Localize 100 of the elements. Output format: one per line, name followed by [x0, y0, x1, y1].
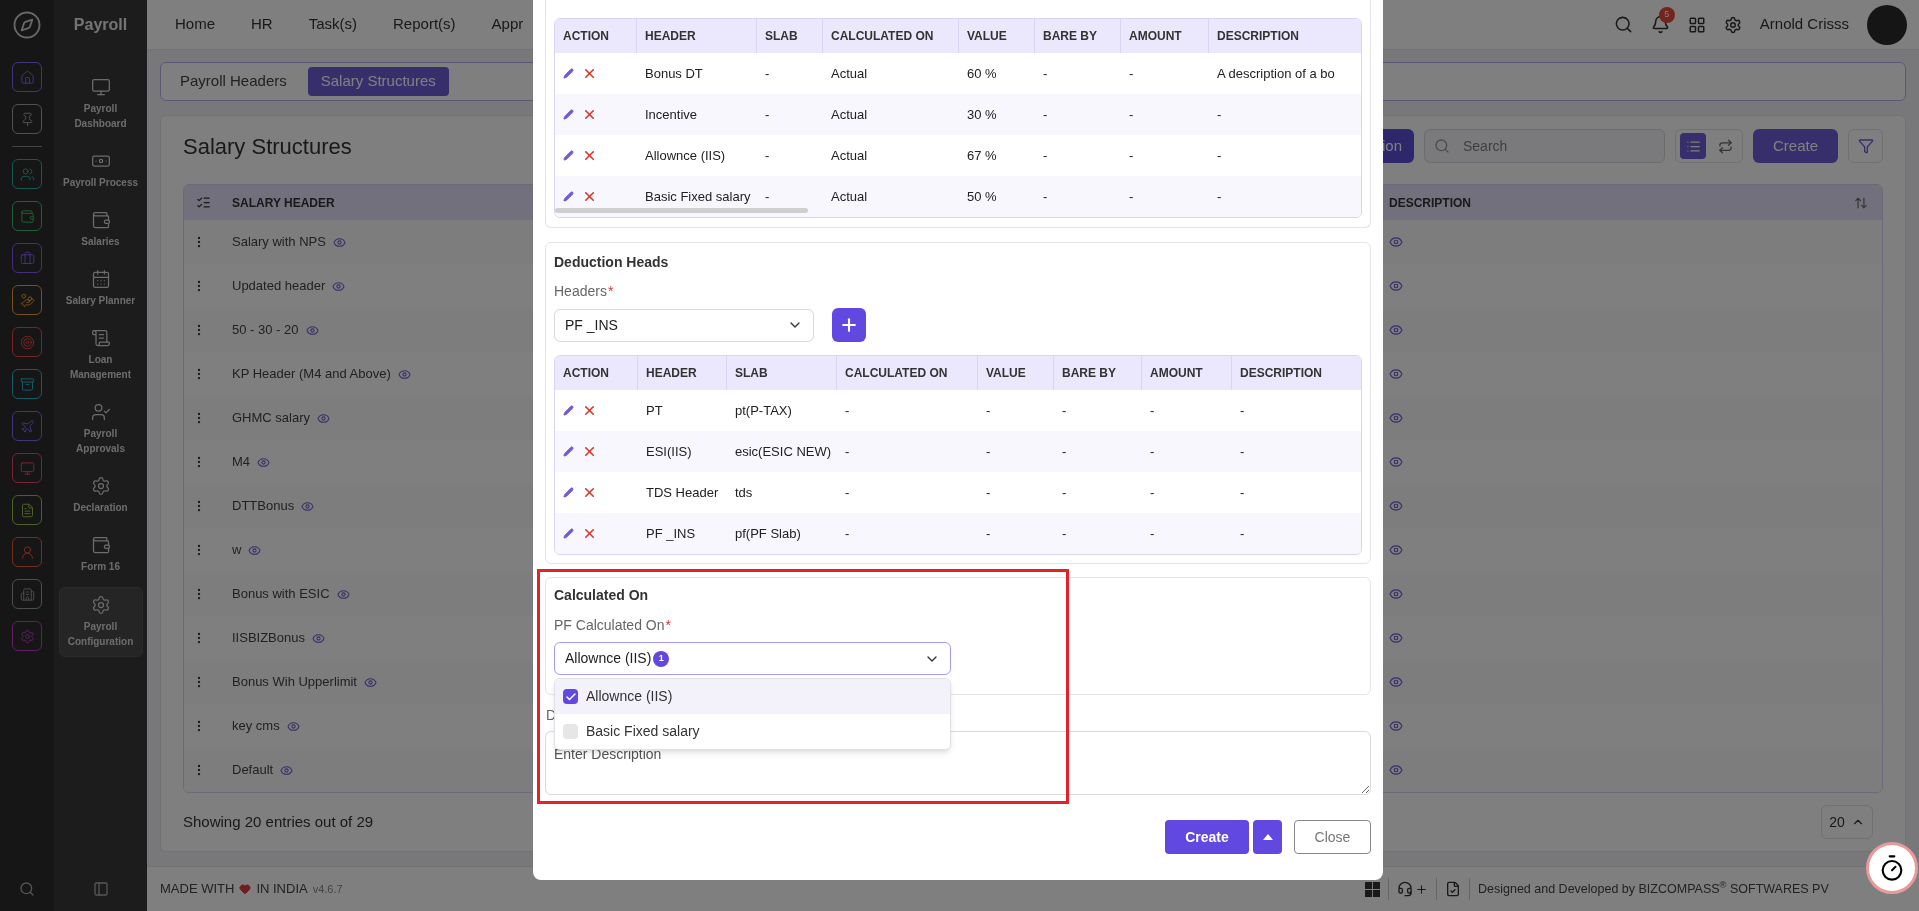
table-cell-text: PT	[646, 401, 663, 420]
column-header: VALUE	[967, 28, 1007, 45]
table-cell-text: -	[986, 442, 991, 461]
table-cell-text: -	[765, 105, 770, 124]
table-cell-text: DTTBonus	[232, 497, 295, 516]
column-header: HEADER	[646, 365, 697, 382]
table-cell-text: Basic Fixed salary	[645, 187, 751, 206]
table-cell-text: key cms	[232, 717, 280, 736]
table-cell-text: -	[986, 483, 991, 502]
table-cell-text: Actual	[831, 105, 868, 124]
table-cell-text: Bonus Wih Upperlimit	[232, 673, 357, 692]
table-cell-text: GHMC salary	[232, 409, 310, 428]
table-cell-text: -	[1129, 146, 1134, 165]
table-cell-text: -	[845, 524, 850, 543]
table-cell-text: IISBIZBonus	[232, 629, 305, 648]
table-cell-text: tds	[735, 483, 753, 502]
page-title: Salary Structures	[183, 132, 352, 161]
table-cell-text: -	[1043, 105, 1048, 124]
brand-title: Payroll	[73, 15, 128, 35]
table-cell-text: -	[1043, 64, 1048, 83]
table-cell-text: -	[1062, 401, 1067, 420]
table-cell-text: -	[1240, 442, 1245, 461]
table-cell-text: -	[986, 524, 991, 543]
table-cell-text: TDS Header	[646, 483, 719, 502]
table-cell-text: -	[1062, 483, 1067, 502]
table-cell-text: -	[1240, 483, 1245, 502]
column-header: BARE BY	[1062, 365, 1116, 382]
table-cell-text: -	[1217, 105, 1222, 124]
table-cell-text: -	[1129, 105, 1134, 124]
table-cell-text: -	[1062, 524, 1067, 543]
table-cell-text: -	[1043, 187, 1048, 206]
column-header: SLAB	[735, 365, 768, 382]
table-cell-text: Allownce (IIS)	[645, 146, 726, 165]
column-header: ACTION	[563, 365, 609, 382]
table-cell-text: 60 %	[967, 64, 997, 83]
column-header: ACTION	[563, 28, 609, 45]
table-cell-text: -	[1150, 524, 1155, 543]
table-cell-text: w	[232, 541, 242, 560]
entries-info: Showing 20 entries out of 29	[183, 811, 374, 832]
table-cell-text: -	[1150, 401, 1155, 420]
section-title: Deduction Heads	[554, 253, 670, 272]
table-cell-text: -	[1240, 524, 1245, 543]
selected-count-badge: 1	[653, 650, 670, 667]
table-cell-text: -	[765, 187, 770, 206]
table-cell-text: -	[1150, 483, 1155, 502]
column-header: CALCULATED ON	[845, 365, 948, 382]
table-cell-text: Default	[232, 761, 274, 780]
column-header: VALUE	[986, 365, 1026, 382]
table-cell-text: Bonus with ESIC	[232, 585, 330, 604]
table-cell-text: -	[845, 442, 850, 461]
table-cell-text: pt(P-TAX)	[735, 401, 792, 420]
table-cell-text: -	[1217, 146, 1222, 165]
column-header: HEADER	[645, 28, 696, 45]
section-title: Calculated On	[554, 586, 650, 605]
table-cell-text: -	[1062, 442, 1067, 461]
notification-badge: 5	[1658, 7, 1675, 23]
option-label: Allownce (IIS)	[586, 687, 673, 706]
table-cell-text: -	[986, 401, 991, 420]
table-cell-text: -	[1129, 64, 1134, 83]
field-label: Headers	[554, 282, 607, 301]
footer-text: MADE WITH	[160, 880, 235, 899]
table-cell-text: M4	[232, 453, 251, 472]
table-cell-text: Salary with NPS	[232, 233, 326, 252]
table-cell-text: -	[765, 64, 770, 83]
table-cell-text: -	[1240, 401, 1245, 420]
table-cell-text: A description of a bo	[1217, 64, 1335, 83]
table-cell-text: KP Header (M4 and Above)	[232, 365, 391, 384]
table-cell-text: Actual	[831, 64, 868, 83]
column-header: DESCRIPTION	[1217, 28, 1299, 45]
column-header: SALARY HEADER	[232, 194, 335, 212]
user-name: Arnold Crisss	[1759, 14, 1849, 35]
table-cell-text: -	[1217, 187, 1222, 206]
table-cell-text: -	[765, 146, 770, 165]
table-cell-text: -	[845, 401, 850, 420]
version-label: v4.6.7	[312, 881, 343, 897]
column-header: AMOUNT	[1150, 365, 1203, 382]
table-cell-text: 67 %	[967, 146, 997, 165]
table-cell-text: -	[1150, 442, 1155, 461]
column-header: SLAB	[765, 28, 798, 45]
column-header: BARE BY	[1043, 28, 1097, 45]
required-mark: *	[665, 616, 671, 635]
table-cell-text: ESI(IIS)	[646, 442, 692, 461]
required-mark: *	[607, 282, 614, 301]
table-cell-text: -	[1043, 146, 1048, 165]
table-cell-text: -	[1129, 187, 1134, 206]
field-label: PF Calculated On	[554, 616, 665, 635]
table-cell-text: esic(ESIC NEW)	[735, 442, 832, 461]
table-cell-text: Updated header	[232, 277, 326, 296]
table-cell-text: Actual	[831, 187, 868, 206]
table-cell-text: 50 %	[967, 187, 997, 206]
table-cell-text: -	[845, 483, 850, 502]
column-header: DESCRIPTION	[1389, 194, 1471, 212]
table-cell-text: pf(PF Slab)	[735, 524, 801, 543]
table-cell-text: 50 - 30 - 20	[232, 321, 299, 340]
table-cell-text: Bonus DT	[645, 64, 703, 83]
column-header: CALCULATED ON	[831, 28, 934, 45]
column-header: AMOUNT	[1129, 28, 1182, 45]
footer-text: IN INDIA	[256, 880, 308, 899]
table-cell-text: Incentive	[645, 105, 698, 124]
credit-text: Designed and Developed by BIZCOMPASS$^{®}$ SOFTWARES PV	[1478, 879, 1829, 898]
